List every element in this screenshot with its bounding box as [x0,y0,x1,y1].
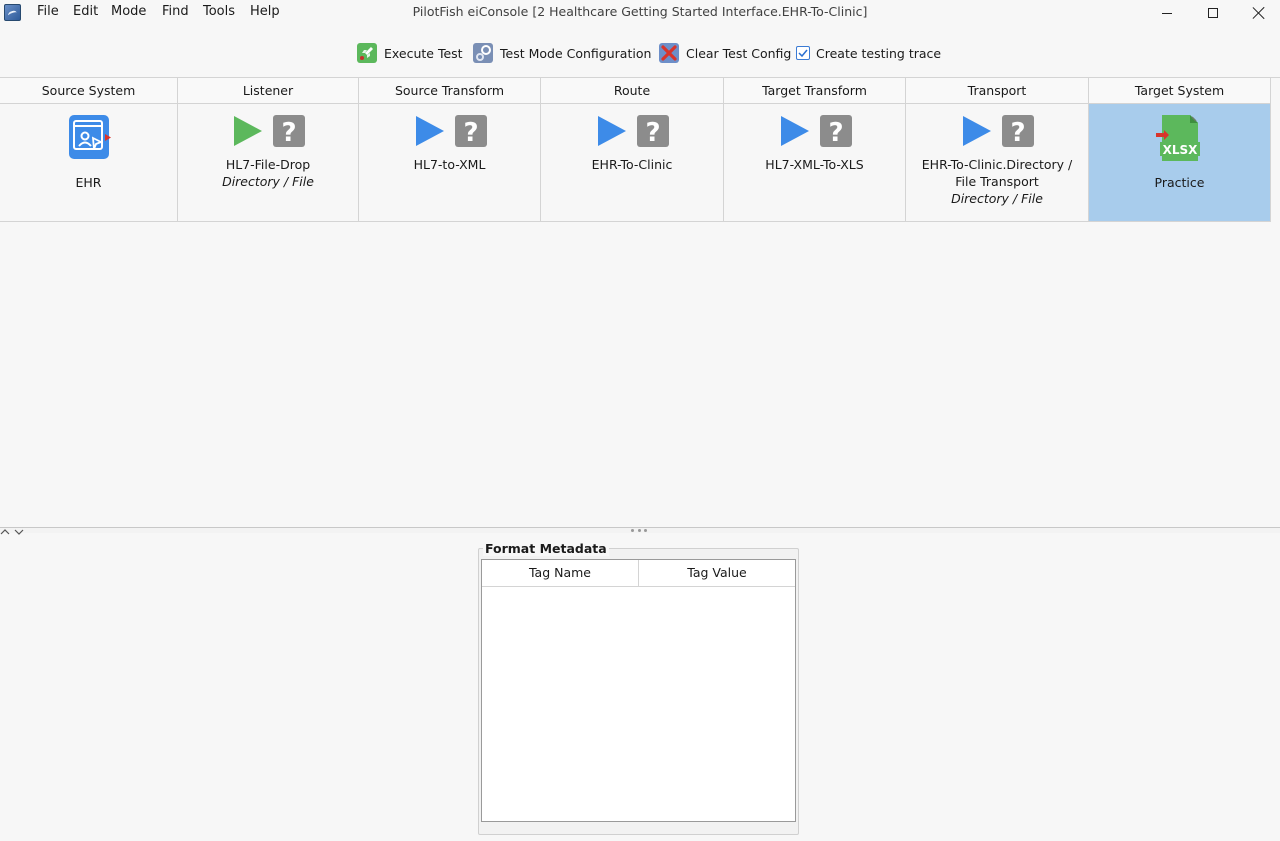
svg-text:?: ? [645,118,660,148]
window-title: PilotFish eiConsole [2 Healthcare Gettin… [412,4,868,19]
stage-sublabel: Directory / File [222,174,314,189]
format-metadata-title: Format Metadata [483,541,609,556]
svg-text:?: ? [463,118,478,148]
stage-label: EHR [75,175,102,190]
stage-header: Route [541,78,723,104]
settings-gears-icon [473,43,493,63]
stage-header: Source System [0,78,177,104]
execute-test-button[interactable]: Execute Test [356,40,463,66]
stage-body[interactable]: EHR [0,104,177,221]
menu-find[interactable]: Find [162,4,189,19]
stage-body[interactable]: ? HL7-to-XML [359,104,540,221]
svg-text:?: ? [828,118,843,148]
stage-target-system[interactable]: Target System XLSX Practice [1089,78,1271,222]
maximize-button[interactable] [1190,0,1236,26]
stage-listener[interactable]: Listener ? HL7-File-Drop Directory / Fil… [178,78,359,222]
test-toolbar: Execute Test Test Mode Configuration Cle… [0,40,1280,66]
stage-label: HL7-File-Drop [225,157,311,172]
play-green-icon [234,116,262,146]
stage-body[interactable]: ? EHR-To-Clinic [541,104,723,221]
menu-help[interactable]: Help [250,4,280,19]
stage-header: Listener [178,78,358,104]
play-blue-icon [415,116,444,146]
close-icon [1253,7,1265,19]
stage-target-transform[interactable]: Target Transform ? HL7-XML-To-XLS [724,78,906,222]
menu-file[interactable]: File [37,4,59,19]
svg-text:?: ? [1010,118,1025,148]
play-blue-icon [963,116,991,146]
execute-test-label: Execute Test [384,45,463,61]
clear-x-icon [659,43,679,63]
svg-text:XLSX: XLSX [1162,143,1198,157]
question-icon: ? [1002,115,1034,148]
question-icon: ? [454,115,487,148]
stage-header: Target System [1089,78,1270,104]
close-button[interactable] [1236,0,1280,26]
question-icon: ? [637,115,669,148]
metadata-table-header: Tag Name Tag Value [482,560,795,587]
column-header-tag-value[interactable]: Tag Value [639,560,795,586]
metadata-table[interactable]: Tag Name Tag Value [481,559,796,822]
format-metadata-panel: Format Metadata Tag Name Tag Value [478,541,799,835]
collapse-expand-icon [0,529,24,535]
stage-label-line2: File Transport [955,174,1039,189]
stage-transport[interactable]: Transport ? EHR-To-Clinic.Directory / Fi… [906,78,1089,222]
title-bar: File Edit Mode Find Tools Help PilotFish… [0,0,1280,26]
stage-header: Source Transform [359,78,540,104]
stage-label: Practice [1154,175,1205,190]
menu-tools[interactable]: Tools [203,4,235,19]
maximize-icon [1208,8,1218,18]
stage-body[interactable]: XLSX Practice [1089,104,1270,221]
stage-body[interactable]: ? EHR-To-Clinic.Directory / File Transpo… [906,104,1088,221]
stage-area: Source System EHR Listener ? HL7-File-Dr… [0,77,1280,528]
xlsx-file-icon: XLSX [1155,115,1200,161]
question-icon: ? [819,115,852,148]
stage-header: Target Transform [724,78,905,104]
stage-body[interactable]: ? HL7-XML-To-XLS [724,104,905,221]
clear-test-config-label: Clear Test Config [686,45,792,61]
stage-label: HL7-to-XML [413,157,486,172]
splitter-arrows[interactable] [0,525,28,537]
menu-mode[interactable]: Mode [111,4,146,19]
test-mode-config-label: Test Mode Configuration [500,45,652,61]
app-logo-icon [4,4,21,21]
checkmark-icon [798,49,808,58]
column-header-tag-name[interactable]: Tag Name [482,560,639,586]
stage-sublabel: Directory / File [951,191,1043,206]
splitter-grip-icon[interactable] [631,529,647,533]
test-mode-config-button[interactable]: Test Mode Configuration [472,40,651,66]
stage-label: EHR-To-Clinic.Directory / [921,157,1073,172]
create-trace-checkbox[interactable] [796,46,810,60]
stage-source-system[interactable]: Source System EHR [0,78,178,222]
play-blue-icon [598,116,626,146]
stage-label: HL7-XML-To-XLS [765,157,864,172]
stage-route[interactable]: Route ? EHR-To-Clinic [541,78,724,222]
play-blue-icon [780,116,809,146]
minimize-button[interactable] [1144,0,1190,26]
rocket-icon [357,43,377,63]
question-icon: ? [273,115,305,148]
source-system-icon [68,115,111,159]
create-trace-toggle[interactable]: Create testing trace [796,40,941,66]
stage-body[interactable]: ? HL7-File-Drop Directory / File [178,104,358,221]
create-trace-label: Create testing trace [816,45,942,61]
clear-test-config-button[interactable]: Clear Test Config [658,40,791,66]
stage-header: Transport [906,78,1088,104]
stage-label: EHR-To-Clinic [591,157,673,172]
minimize-icon [1162,12,1172,14]
stage-source-transform[interactable]: Source Transform ? HL7-to-XML [359,78,541,222]
menu-edit[interactable]: Edit [73,4,98,19]
svg-text:?: ? [281,118,296,148]
